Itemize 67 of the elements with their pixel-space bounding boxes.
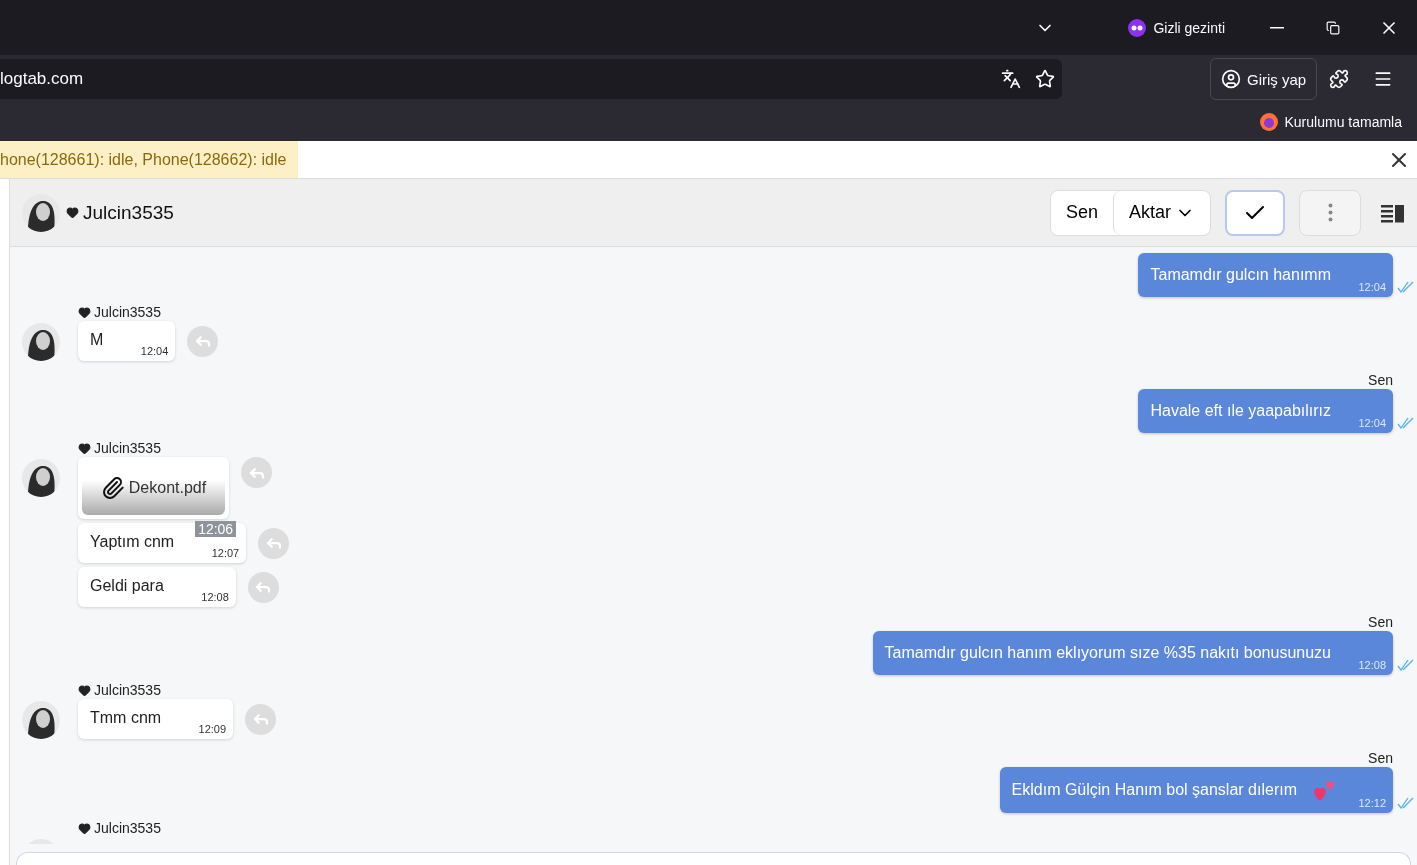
avatar: [22, 193, 60, 232]
message-time: 12:08: [201, 591, 229, 603]
sign-in-button[interactable]: Giriş yap: [1210, 58, 1318, 100]
heart-icon: [66, 206, 79, 219]
reply-button[interactable]: [245, 703, 277, 735]
message-text: Tmm cnm: [90, 709, 163, 726]
sender-name: Julcin3535: [94, 305, 161, 320]
file-name: Dekont.pdf: [128, 479, 207, 497]
forward-dropdown[interactable]: Aktar: [1113, 190, 1210, 235]
file-attachment[interactable]: Dekont.pdf: [78, 457, 229, 519]
heart-icon: [78, 684, 91, 697]
message-time: 12:04: [140, 345, 169, 357]
sender-label: Sen: [1368, 373, 1393, 388]
sender-name: Julcin3535: [94, 441, 161, 456]
message-time: 12:04: [1358, 281, 1386, 293]
message-text: Havale eft ıle yaapabılırız: [1150, 402, 1332, 420]
reply-button[interactable]: [258, 527, 290, 559]
sender-label: Sen: [1368, 751, 1393, 766]
heart-icon: [78, 442, 91, 455]
restore-icon: [1326, 20, 1340, 35]
puzzle-icon: [1329, 69, 1350, 89]
message-text: Yaptım cnm: [90, 533, 176, 550]
message-text: Tamamdır gulcın hanım eklıyorum sıze %35 nakıtı bonusunuzu: [884, 644, 1332, 662]
message-time: 12:12: [1358, 797, 1386, 809]
read-ticks-icon: [1397, 281, 1415, 293]
read-ticks-icon: [1397, 659, 1415, 671]
message-time: 12:04: [1358, 417, 1386, 429]
paperclip-icon: [100, 476, 125, 500]
status-notice: hone(128661): idle, Phone(128662): idle: [0, 141, 299, 178]
fox-logo-icon: [1258, 112, 1279, 132]
more-button[interactable]: [1299, 189, 1361, 236]
account-icon: [1221, 69, 1241, 89]
message-text: Tamamdır gulcın hanımm: [1150, 266, 1332, 284]
message-input[interactable]: [16, 852, 1411, 865]
sender-option[interactable]: Sen: [1050, 190, 1113, 235]
heart-icon: [78, 306, 91, 319]
translate-glyph-icon: [1001, 69, 1021, 89]
heart-icon: [78, 822, 91, 835]
private-mode-label: Gizli gezinti: [1153, 19, 1225, 36]
message-time: 12:07: [211, 547, 240, 559]
minimize-icon: [1270, 26, 1284, 29]
star-icon: [1035, 69, 1055, 89]
message-text: Ekldım Gülçin Hanım bol şanslar dılerım: [1011, 781, 1297, 799]
read-ticks-icon: [1397, 417, 1415, 429]
bookmark-item[interactable]: Kurulumu tamamla: [1258, 112, 1402, 132]
read-ticks-icon: [1397, 797, 1415, 809]
reply-button[interactable]: [241, 457, 272, 488]
message-text: Geldi para: [90, 577, 165, 594]
contact-name: Julcin3535: [83, 201, 174, 224]
url-text: logtab.com: [0, 69, 85, 89]
private-mask-icon: [1127, 17, 1148, 38]
avatar: [22, 701, 60, 739]
more-icon: [1327, 203, 1333, 222]
side-panel-icon[interactable]: [1381, 202, 1405, 223]
sender-label: Sen: [1368, 615, 1393, 630]
message-text: M: [90, 331, 105, 348]
reply-button[interactable]: [247, 571, 279, 603]
time-tooltip: 12:06: [195, 521, 237, 537]
reply-button[interactable]: [187, 325, 219, 357]
message-time: 12:08: [1358, 659, 1386, 671]
sender-name: Julcin3535: [94, 683, 161, 698]
sender-name: Julcin3535: [94, 821, 161, 836]
resolve-button[interactable]: [1225, 189, 1285, 236]
avatar: [22, 323, 60, 361]
avatar: [22, 459, 60, 497]
address-bar[interactable]: logtab.com: [0, 59, 1062, 99]
message-time: 12:09: [198, 723, 227, 735]
